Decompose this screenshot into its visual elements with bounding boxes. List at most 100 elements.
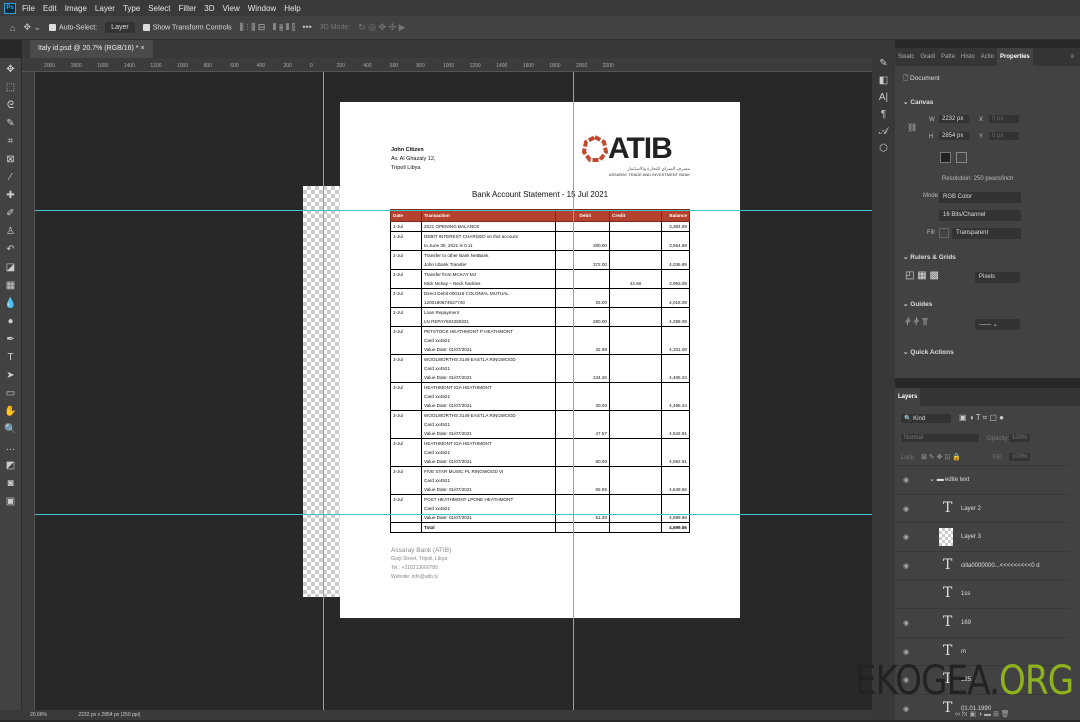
- menu-edit[interactable]: Edit: [43, 4, 57, 13]
- menu-image[interactable]: Image: [65, 4, 87, 13]
- layer-item[interactable]: ◉ Layer 3: [895, 522, 1070, 550]
- layer-item[interactable]: ◉ T Layer 2: [895, 493, 1070, 522]
- menu-view[interactable]: View: [223, 4, 240, 13]
- visibility-eye-icon[interactable]: ◉: [903, 505, 909, 513]
- visibility-eye-icon[interactable]: ◉: [903, 619, 909, 627]
- paragraph-icon[interactable]: ¶: [881, 109, 886, 120]
- panel-menu-icon[interactable]: ≡: [1067, 54, 1080, 60]
- filter-kind-dropdown[interactable]: 🔍 Kind: [901, 414, 951, 423]
- height-field[interactable]: 2854 px: [939, 132, 969, 140]
- visibility-eye-icon[interactable]: ◉: [903, 648, 909, 656]
- fill-dropdown[interactable]: Transparent: [952, 228, 1021, 239]
- quick-actions-section[interactable]: ⌄ Quick Actions: [895, 348, 954, 356]
- layer-actions-icons[interactable]: ∞ fx ▣ ◑ ▬ ⊞ 🗑: [955, 710, 1010, 718]
- stamp-tool-icon[interactable]: ♙: [6, 224, 15, 240]
- layer-select[interactable]: Layer: [105, 22, 135, 33]
- layer-item[interactable]: ◉ T 169: [895, 608, 1070, 636]
- character-icon[interactable]: A|: [879, 92, 888, 103]
- brushes-icon[interactable]: ◧: [879, 75, 888, 86]
- blend-mode-dropdown[interactable]: Normal: [901, 434, 979, 442]
- landscape-orientation-icon[interactable]: [956, 152, 967, 163]
- guide-style-dropdown[interactable]: —— ⌄: [975, 319, 1020, 330]
- menu-3d[interactable]: 3D: [204, 4, 214, 13]
- width-field[interactable]: 2232 px: [939, 115, 969, 123]
- tab-actions[interactable]: Actio: [978, 54, 997, 60]
- align-icons[interactable]: ⫼ ⫶ ⫼ ⊟ ⫴ ⫵ ⫴ ⫿ •••: [240, 22, 312, 33]
- vertical-ruler[interactable]: [22, 72, 35, 710]
- tab-history[interactable]: Histo: [958, 54, 978, 60]
- dodge-tool-icon[interactable]: ●: [7, 314, 13, 330]
- 3d-tools-icons[interactable]: ↻ ◎ ✥ ✣ ▶: [358, 22, 405, 33]
- lasso-tool-icon[interactable]: ᘓ: [7, 98, 14, 114]
- zoom-level[interactable]: 20.66%: [30, 712, 47, 718]
- rulers-grids-section[interactable]: ⌄ Rulers & Grids: [895, 253, 956, 261]
- menu-select[interactable]: Select: [148, 4, 170, 13]
- ruler-grid-icons[interactable]: ◰ ▦ ▩: [905, 270, 939, 281]
- layer-item[interactable]: ◉ ⌄ ▬ edite text: [895, 465, 1070, 493]
- layer-filter-icons[interactable]: ▣ ◑ T ⌗ ▢ ●: [959, 413, 1004, 423]
- show-transform-checkbox[interactable]: Show Transform Controls: [142, 23, 232, 31]
- menu-type[interactable]: Type: [123, 4, 140, 13]
- healing-tool-icon[interactable]: ✚: [6, 188, 14, 204]
- quick-select-tool-icon[interactable]: ✎: [6, 116, 14, 132]
- visibility-eye-icon[interactable]: ◉: [903, 533, 909, 541]
- guides-section[interactable]: ⌄ Guides: [895, 300, 932, 308]
- shape-tool-icon[interactable]: ▭: [6, 386, 15, 402]
- visibility-eye-icon[interactable]: ◉: [903, 705, 909, 713]
- screen-mode-icon[interactable]: ▣: [6, 494, 15, 510]
- more-tools-icon[interactable]: …: [6, 440, 16, 456]
- eraser-tool-icon[interactable]: ◪: [6, 260, 15, 276]
- menu-layer[interactable]: Layer: [95, 4, 115, 13]
- 3d-icon[interactable]: ⬡: [879, 143, 888, 154]
- marquee-tool-icon[interactable]: ⬚: [6, 80, 15, 96]
- horizontal-ruler[interactable]: 2000 1800 1600 1400 1200 1000 800 600 400 200 0 200…: [22, 58, 872, 72]
- move-tool-icon[interactable]: ✥ ⌄: [23, 22, 41, 33]
- mode-dropdown[interactable]: RGB Color: [939, 192, 1021, 203]
- visibility-eye-icon[interactable]: ◉: [903, 476, 909, 484]
- tab-swatches[interactable]: Swatc: [895, 54, 917, 60]
- fill-opacity-field[interactable]: 100%: [1009, 453, 1031, 461]
- canvas-area[interactable]: John Citizen Av. Al Ghazaly 12, Tripoli …: [35, 72, 872, 710]
- menu-file[interactable]: File: [22, 4, 35, 13]
- frame-tool-icon[interactable]: ⊠: [6, 152, 14, 168]
- brush-tool-icon[interactable]: ✐: [6, 206, 14, 222]
- brush-settings-icon[interactable]: ✎: [879, 58, 887, 69]
- visibility-eye-icon[interactable]: ◉: [903, 562, 909, 570]
- portrait-orientation-icon[interactable]: [940, 152, 951, 163]
- tab-properties[interactable]: Properties: [997, 48, 1033, 66]
- canvas-section[interactable]: ⌄ Canvas: [895, 98, 933, 106]
- gradient-tool-icon[interactable]: ▦: [6, 278, 15, 294]
- blur-tool-icon[interactable]: 💧: [4, 296, 16, 312]
- bit-depth-dropdown[interactable]: 16 Bits/Channel: [939, 210, 1021, 221]
- tab-patterns[interactable]: Patte: [938, 54, 958, 60]
- hand-tool-icon[interactable]: ✋: [4, 404, 16, 420]
- guides-icons[interactable]: ⫩ ⫩ ⫪: [905, 317, 928, 328]
- path-select-tool-icon[interactable]: ➤: [6, 368, 14, 384]
- menu-help[interactable]: Help: [284, 4, 300, 13]
- units-dropdown[interactable]: Pixels: [975, 272, 1020, 283]
- guide-vertical[interactable]: [323, 72, 324, 710]
- guide-horizontal[interactable]: [35, 514, 872, 515]
- fill-swatch[interactable]: [939, 228, 949, 238]
- guide-horizontal[interactable]: [35, 210, 872, 211]
- y-field[interactable]: 0 px: [989, 132, 1019, 140]
- layer-item[interactable]: T 1ss: [895, 579, 1070, 607]
- lock-icons[interactable]: ⊠ ✎ ✥ ⊡ 🔒: [921, 453, 961, 461]
- close-tab-icon[interactable]: ×: [140, 45, 144, 52]
- guide-vertical[interactable]: [573, 72, 574, 710]
- crop-tool-icon[interactable]: ⌗: [8, 134, 14, 150]
- pen-tool-icon[interactable]: ✒: [6, 332, 14, 348]
- x-field[interactable]: 0 px: [989, 115, 1019, 123]
- quick-mask-icon[interactable]: ◙: [7, 476, 13, 492]
- menu-window[interactable]: Window: [248, 4, 276, 13]
- document-tab[interactable]: Italy id.psd @ 20.7% (RGB/16) * ×: [30, 40, 153, 58]
- tab-gradients[interactable]: Gradi: [917, 54, 938, 60]
- menu-filter[interactable]: Filter: [179, 4, 197, 13]
- tab-layers[interactable]: Layers: [895, 388, 921, 406]
- document-page[interactable]: John Citizen Av. Al Ghazaly 12, Tripoli …: [340, 102, 740, 618]
- history-brush-icon[interactable]: ↶: [6, 242, 14, 258]
- layer-item[interactable]: ◉ Tcilla0000000...<<<<<<<<<0 d: [895, 550, 1070, 579]
- opacity-field[interactable]: 100%: [1009, 434, 1031, 442]
- zoom-tool-icon[interactable]: 🔍: [4, 422, 16, 438]
- eyedropper-tool-icon[interactable]: ⁄: [10, 170, 12, 186]
